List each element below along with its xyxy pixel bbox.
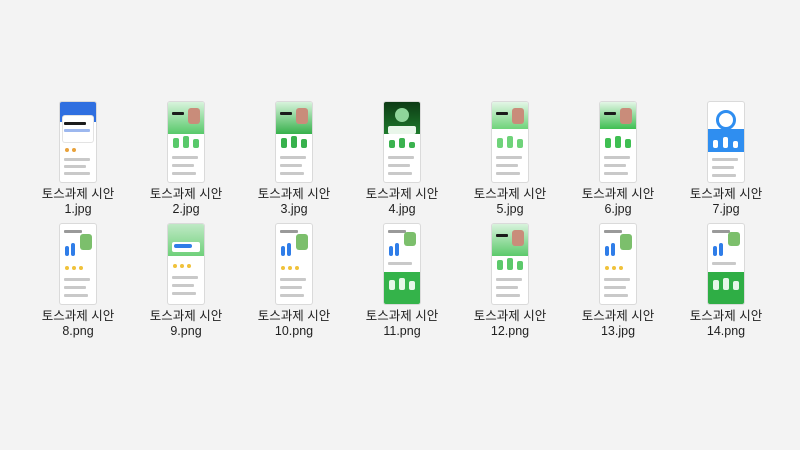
file-extension: 3.jpg	[280, 202, 308, 216]
file-name-label: 토스과제 시안 5.jpg	[456, 187, 564, 217]
file-name-label: 토스과제 시안 7.jpg	[672, 187, 780, 217]
file-name-label: 토스과제 시안 8.png	[24, 309, 132, 339]
file-thumbnail	[276, 102, 312, 182]
file-name-label: 토스과제 시안 9.png	[132, 309, 240, 339]
file-item[interactable]: 토스과제 시안 6.jpg	[564, 102, 672, 224]
file-item[interactable]: 토스과제 시안 13.jpg	[564, 224, 672, 346]
file-thumbnail	[60, 224, 96, 304]
file-name: 토스과제 시안	[365, 309, 439, 323]
file-item[interactable]: 토스과제 시안 10.png	[240, 224, 348, 346]
file-thumbnail	[708, 102, 744, 182]
file-thumbnail	[276, 224, 312, 304]
file-name-label: 토스과제 시안 1.jpg	[24, 187, 132, 217]
file-name-label: 토스과제 시안 4.jpg	[348, 187, 456, 217]
file-name: 토스과제 시안	[581, 187, 655, 201]
file-extension: 8.png	[62, 324, 94, 338]
file-extension: 4.jpg	[388, 202, 416, 216]
file-name: 토스과제 시안	[257, 309, 331, 323]
file-item[interactable]: 토스과제 시안 5.jpg	[456, 102, 564, 224]
file-name: 토스과제 시안	[365, 187, 439, 201]
file-name-label: 토스과제 시안 11.png	[348, 309, 456, 339]
file-name-label: 토스과제 시안 12.png	[456, 309, 564, 339]
file-item[interactable]: 토스과제 시안 14.png	[672, 224, 780, 346]
file-item[interactable]: 토스과제 시안 8.png	[24, 224, 132, 346]
file-item[interactable]: 토스과제 시안 2.jpg	[132, 102, 240, 224]
file-name: 토스과제 시안	[689, 309, 763, 323]
file-thumbnail	[60, 102, 96, 182]
file-item[interactable]: 토스과제 시안 11.png	[348, 224, 456, 346]
file-name: 토스과제 시안	[689, 187, 763, 201]
file-name-label: 토스과제 시안 14.png	[672, 309, 780, 339]
file-name: 토스과제 시안	[257, 187, 331, 201]
file-thumbnail	[600, 102, 636, 182]
file-thumbnail	[492, 224, 528, 304]
file-name: 토스과제 시안	[581, 309, 655, 323]
file-extension: 14.png	[706, 324, 746, 338]
file-thumbnail	[384, 224, 420, 304]
file-thumbnail	[708, 224, 744, 304]
file-item[interactable]: 토스과제 시안 9.png	[132, 224, 240, 346]
file-name-label: 토스과제 시안 10.png	[240, 309, 348, 339]
file-extension: 1.jpg	[64, 202, 92, 216]
file-thumbnail	[168, 224, 204, 304]
file-thumbnail	[168, 102, 204, 182]
file-item[interactable]: 토스과제 시안 3.jpg	[240, 102, 348, 224]
file-extension: 2.jpg	[172, 202, 200, 216]
file-thumbnail	[492, 102, 528, 182]
file-name: 토스과제 시안	[41, 309, 115, 323]
file-name: 토스과제 시안	[149, 309, 223, 323]
file-extension: 11.png	[383, 324, 421, 338]
file-name-label: 토스과제 시안 6.jpg	[564, 187, 672, 217]
file-item[interactable]: 토스과제 시안 12.png	[456, 224, 564, 346]
file-item[interactable]: 토스과제 시안 4.jpg	[348, 102, 456, 224]
file-name-label: 토스과제 시안 2.jpg	[132, 187, 240, 217]
file-thumbnail	[384, 102, 420, 182]
file-name-label: 토스과제 시안 3.jpg	[240, 187, 348, 217]
file-extension: 7.jpg	[712, 202, 740, 216]
file-extension: 10.png	[274, 324, 314, 338]
file-explorer-view: 토스과제 시안 1.jpg 토스과제 시안 2.jpg 토스과제 시안 3.jpg 토스과제…	[0, 0, 800, 450]
file-name: 토스과제 시안	[149, 187, 223, 201]
file-item[interactable]: 토스과제 시안 7.jpg	[672, 102, 780, 224]
file-thumbnail	[600, 224, 636, 304]
file-name-label: 토스과제 시안 13.jpg	[564, 309, 672, 339]
file-extension: 6.jpg	[604, 202, 632, 216]
file-grid: 토스과제 시안 1.jpg 토스과제 시안 2.jpg 토스과제 시안 3.jpg 토스과제…	[24, 102, 780, 346]
file-name: 토스과제 시안	[473, 187, 547, 201]
file-extension: 13.jpg	[600, 324, 636, 338]
file-extension: 12.png	[490, 324, 530, 338]
file-name: 토스과제 시안	[473, 309, 547, 323]
file-extension: 9.png	[170, 324, 202, 338]
file-name: 토스과제 시안	[41, 187, 115, 201]
file-extension: 5.jpg	[496, 202, 524, 216]
file-item[interactable]: 토스과제 시안 1.jpg	[24, 102, 132, 224]
